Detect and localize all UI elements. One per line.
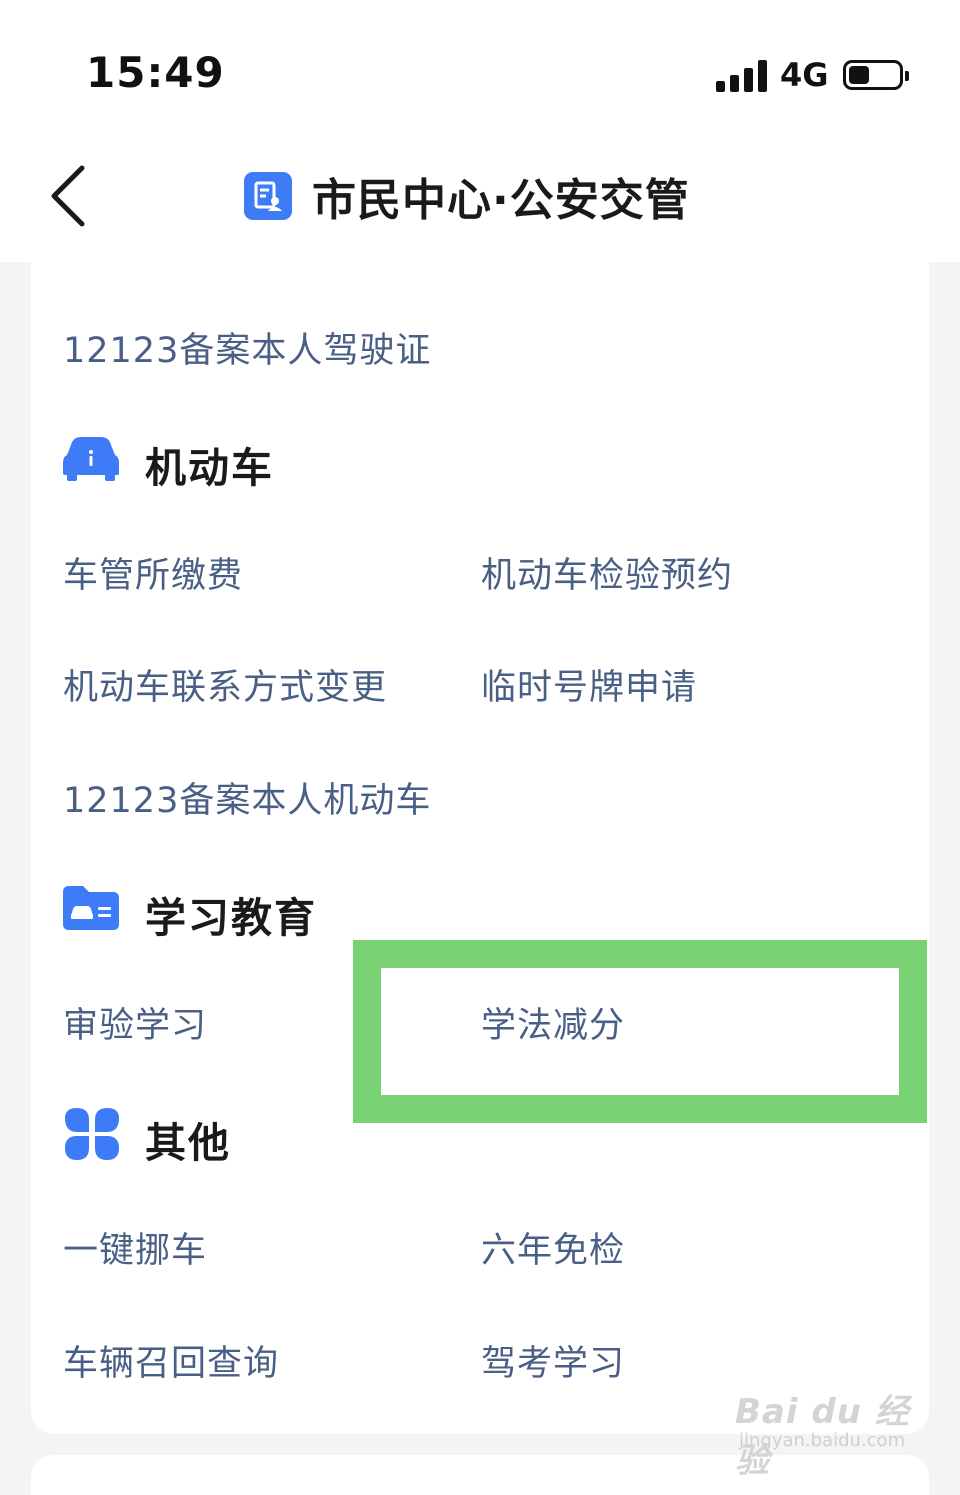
watermark-sub: jingyan.baidu.com — [739, 1430, 906, 1451]
link-inspection-booking[interactable]: 机动车检验预约 — [481, 547, 733, 598]
folder-car-icon — [63, 886, 119, 930]
link-move-car[interactable]: 一键挪车 — [63, 1222, 207, 1273]
signal-icon — [716, 60, 768, 92]
back-button[interactable] — [48, 164, 88, 228]
baidu-watermark: Bai du 经验 jingyan.baidu.com — [735, 1378, 915, 1481]
document-user-icon — [244, 172, 292, 220]
link-temp-plate[interactable]: 临时号牌申请 — [481, 659, 697, 710]
status-bar: 15:49 4G — [0, 0, 960, 130]
page-title-group: 市民中心·公安交管 — [244, 166, 690, 226]
section-title-vehicle: 机动车 — [145, 444, 274, 492]
link-vehicle-fee[interactable]: 车管所缴费 — [63, 547, 243, 598]
link-review-study[interactable]: 审验学习 — [63, 997, 207, 1048]
four-petal-icon — [65, 1108, 119, 1160]
car-info-icon — [63, 437, 119, 481]
link-recall-query[interactable]: 车辆召回查询 — [63, 1335, 279, 1386]
status-time: 15:49 — [86, 48, 225, 97]
chevron-left-icon — [51, 165, 85, 227]
page-title: 市民中心·公安交管 — [312, 175, 690, 226]
link-six-year-exempt[interactable]: 六年免检 — [481, 1222, 625, 1273]
battery-icon — [843, 60, 909, 90]
link-12123-vehicle[interactable]: 12123备案本人机动车 — [63, 772, 431, 823]
nav-bar: 市民中心·公安交管 — [0, 130, 960, 262]
link-contact-change[interactable]: 机动车联系方式变更 — [63, 659, 387, 710]
network-type: 4G — [780, 56, 829, 94]
link-12123-license[interactable]: 12123备案本人驾驶证 — [63, 322, 431, 373]
section-title-other: 其他 — [145, 1119, 231, 1167]
highlight-box — [353, 940, 927, 1123]
section-title-education: 学习教育 — [145, 894, 317, 942]
link-driving-test-study[interactable]: 驾考学习 — [481, 1335, 625, 1386]
